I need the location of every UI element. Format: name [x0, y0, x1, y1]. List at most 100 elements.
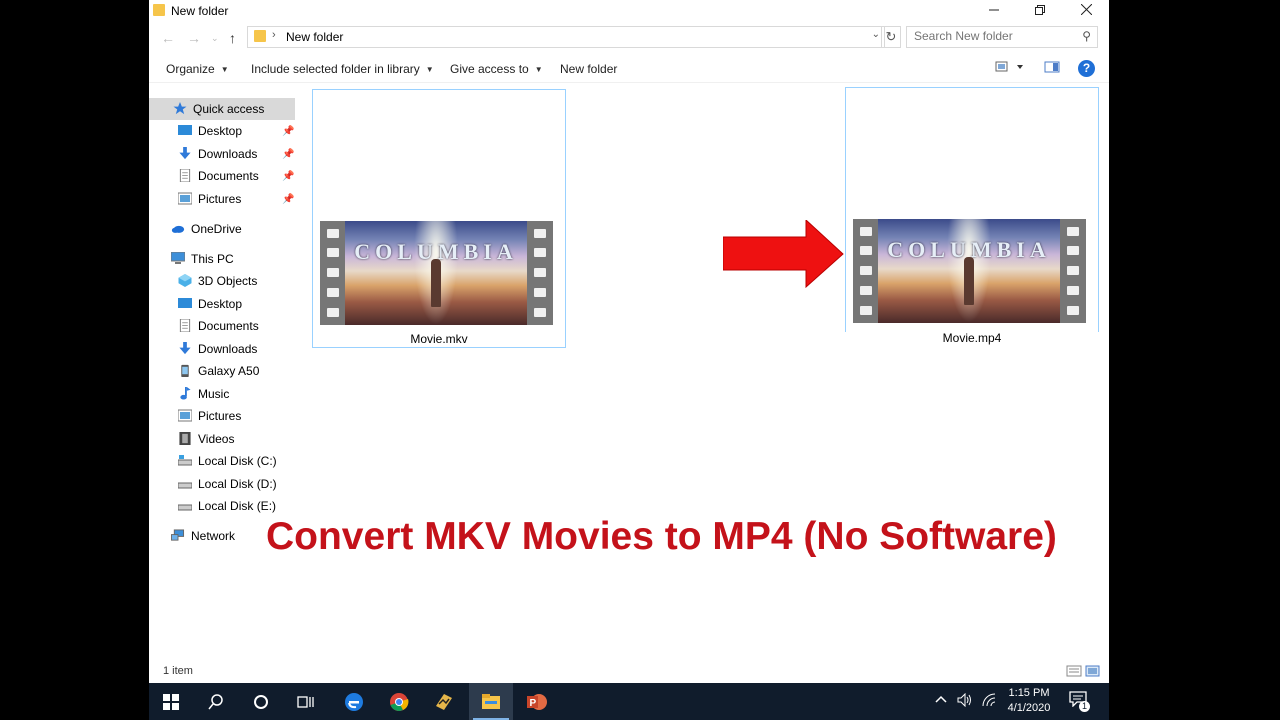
close-button[interactable]: [1063, 0, 1109, 22]
status-item-count: 1 item: [163, 665, 193, 677]
video-thumbnail: COLUMBIA: [853, 219, 1086, 323]
sidebar-item-label: Desktop: [198, 297, 243, 311]
preview-pane-button[interactable]: [1044, 60, 1060, 77]
file-item[interactable]: COLUMBIA Movie.mkv: [312, 89, 566, 348]
preview-pane-icon: [1044, 61, 1060, 73]
drive-icon: [178, 482, 192, 489]
include-library-label: Include selected folder in library: [251, 62, 420, 76]
file-name: Movie.mkv: [410, 332, 468, 346]
address-row: ← → ⌄ ↑ › New folder ⌄ ↻ ⚲: [149, 24, 1109, 52]
music-icon: [180, 387, 191, 400]
winamp-app[interactable]: [422, 683, 466, 720]
right-arrow-icon: [723, 220, 844, 288]
cube-icon: [178, 274, 192, 287]
new-folder-button[interactable]: New folder: [560, 62, 617, 76]
forward-arrow-icon[interactable]: →: [187, 30, 201, 46]
caret-down-icon: ▼: [220, 65, 229, 74]
winamp-icon: [436, 693, 452, 710]
change-view-button[interactable]: [995, 60, 1025, 77]
minimize-button[interactable]: [971, 0, 1017, 22]
download-icon: [179, 147, 191, 160]
film-sprockets: [1060, 219, 1086, 323]
sidebar-item-label: Videos: [198, 432, 235, 446]
chevron-down-icon[interactable]: ⌄: [872, 29, 880, 40]
command-bar: Organize ▼ Include selected folder in lib…: [149, 56, 1109, 83]
task-view-button[interactable]: [284, 683, 328, 720]
address-bar[interactable]: › New folder ⌄: [247, 26, 885, 48]
give-access-label: Give access to: [450, 62, 529, 76]
sidebar-item-label: This PC: [191, 252, 234, 266]
minimize-icon: [989, 9, 999, 11]
sidebar-item-label: Documents: [198, 169, 259, 183]
navigation-pane: Quick access Desktop 📌 Downloads 📌 Docum…: [149, 96, 297, 566]
file-name: Movie.mp4: [942, 331, 1002, 345]
help-icon[interactable]: ?: [1078, 60, 1095, 77]
view-thumbnail-icon: [995, 61, 1023, 72]
video-icon: [179, 432, 191, 445]
movie-frame: COLUMBIA: [878, 219, 1060, 323]
up-arrow-icon[interactable]: ↑: [229, 30, 236, 46]
desktop-icon: [178, 125, 192, 135]
chevron-up-icon[interactable]: [935, 693, 947, 707]
file-item[interactable]: COLUMBIA Movie.mp4: [845, 87, 1099, 345]
pin-icon[interactable]: 📌: [282, 171, 294, 182]
chevron-right-icon[interactable]: ›: [272, 29, 276, 41]
title-bar[interactable]: New folder: [149, 0, 1109, 22]
back-arrow-icon[interactable]: ←: [161, 30, 175, 46]
document-icon: [179, 169, 191, 182]
action-center-button[interactable]: 1: [1069, 691, 1091, 713]
file-list: COLUMBIA Movie.mkv COLUMBIA Movie.mp4: [300, 84, 1109, 654]
close-icon: [1080, 3, 1092, 16]
pin-icon[interactable]: 📌: [282, 194, 294, 205]
sidebar-item-label: Network: [191, 529, 236, 543]
include-in-library-menu[interactable]: Include selected folder in library ▼: [251, 62, 434, 76]
search-button[interactable]: [194, 683, 238, 720]
sidebar-item-label: Local Disk (D:): [198, 477, 277, 491]
refresh-icon: ↻: [885, 29, 897, 44]
details-view-icon[interactable]: [1066, 665, 1100, 677]
network-wifi-icon[interactable]: [982, 693, 996, 710]
volume-icon[interactable]: [957, 692, 973, 710]
task-view-icon: [297, 696, 314, 708]
file-explorer-app[interactable]: [469, 683, 513, 720]
picture-icon: [178, 192, 192, 205]
phone-icon: [181, 364, 189, 377]
restore-button[interactable]: [1017, 0, 1063, 22]
video-thumbnail: COLUMBIA: [320, 221, 553, 325]
sidebar-item-label: Pictures: [198, 409, 242, 423]
refresh-button[interactable]: ↻: [881, 26, 901, 48]
document-icon: [179, 319, 191, 332]
window-title: New folder: [171, 4, 229, 18]
view-toggle[interactable]: [1066, 665, 1100, 680]
video-title-overlay: Convert MKV Movies to MP4 (No Software): [266, 515, 1057, 558]
powerpoint-app[interactable]: P: [515, 683, 559, 720]
system-clock[interactable]: 1:15 PM 4/1/2020: [1001, 686, 1057, 716]
search-box[interactable]: ⚲: [906, 26, 1098, 48]
edge-app[interactable]: [332, 683, 376, 720]
give-access-menu[interactable]: Give access to ▼: [450, 62, 543, 76]
folder-icon: [254, 30, 266, 42]
start-button[interactable]: [149, 683, 193, 720]
film-sprockets: [320, 221, 345, 325]
cortana-button[interactable]: [239, 683, 283, 720]
movie-frame: COLUMBIA: [345, 221, 527, 325]
cloud-icon: [171, 225, 185, 233]
recent-locations-icon[interactable]: ⌄: [211, 33, 219, 44]
search-input[interactable]: [907, 27, 1074, 45]
pin-icon[interactable]: 📌: [282, 149, 294, 160]
folder-icon: [153, 4, 165, 16]
file-explorer-icon: [482, 693, 500, 709]
caret-down-icon: ▼: [534, 65, 543, 74]
svg-text:P: P: [530, 698, 537, 709]
organize-menu[interactable]: Organize ▼: [166, 62, 229, 76]
star-icon: [173, 102, 187, 115]
film-sprockets: [527, 221, 553, 325]
sidebar-item-label: Local Disk (E:): [198, 499, 277, 513]
download-icon: [179, 342, 191, 355]
pin-icon[interactable]: 📌: [282, 126, 294, 137]
edge-icon: [345, 692, 363, 711]
sidebar-item-label: OneDrive: [191, 222, 242, 236]
chrome-app[interactable]: [377, 683, 421, 720]
breadcrumb[interactable]: New folder: [286, 30, 343, 44]
sidebar-item-label: Music: [198, 387, 230, 401]
